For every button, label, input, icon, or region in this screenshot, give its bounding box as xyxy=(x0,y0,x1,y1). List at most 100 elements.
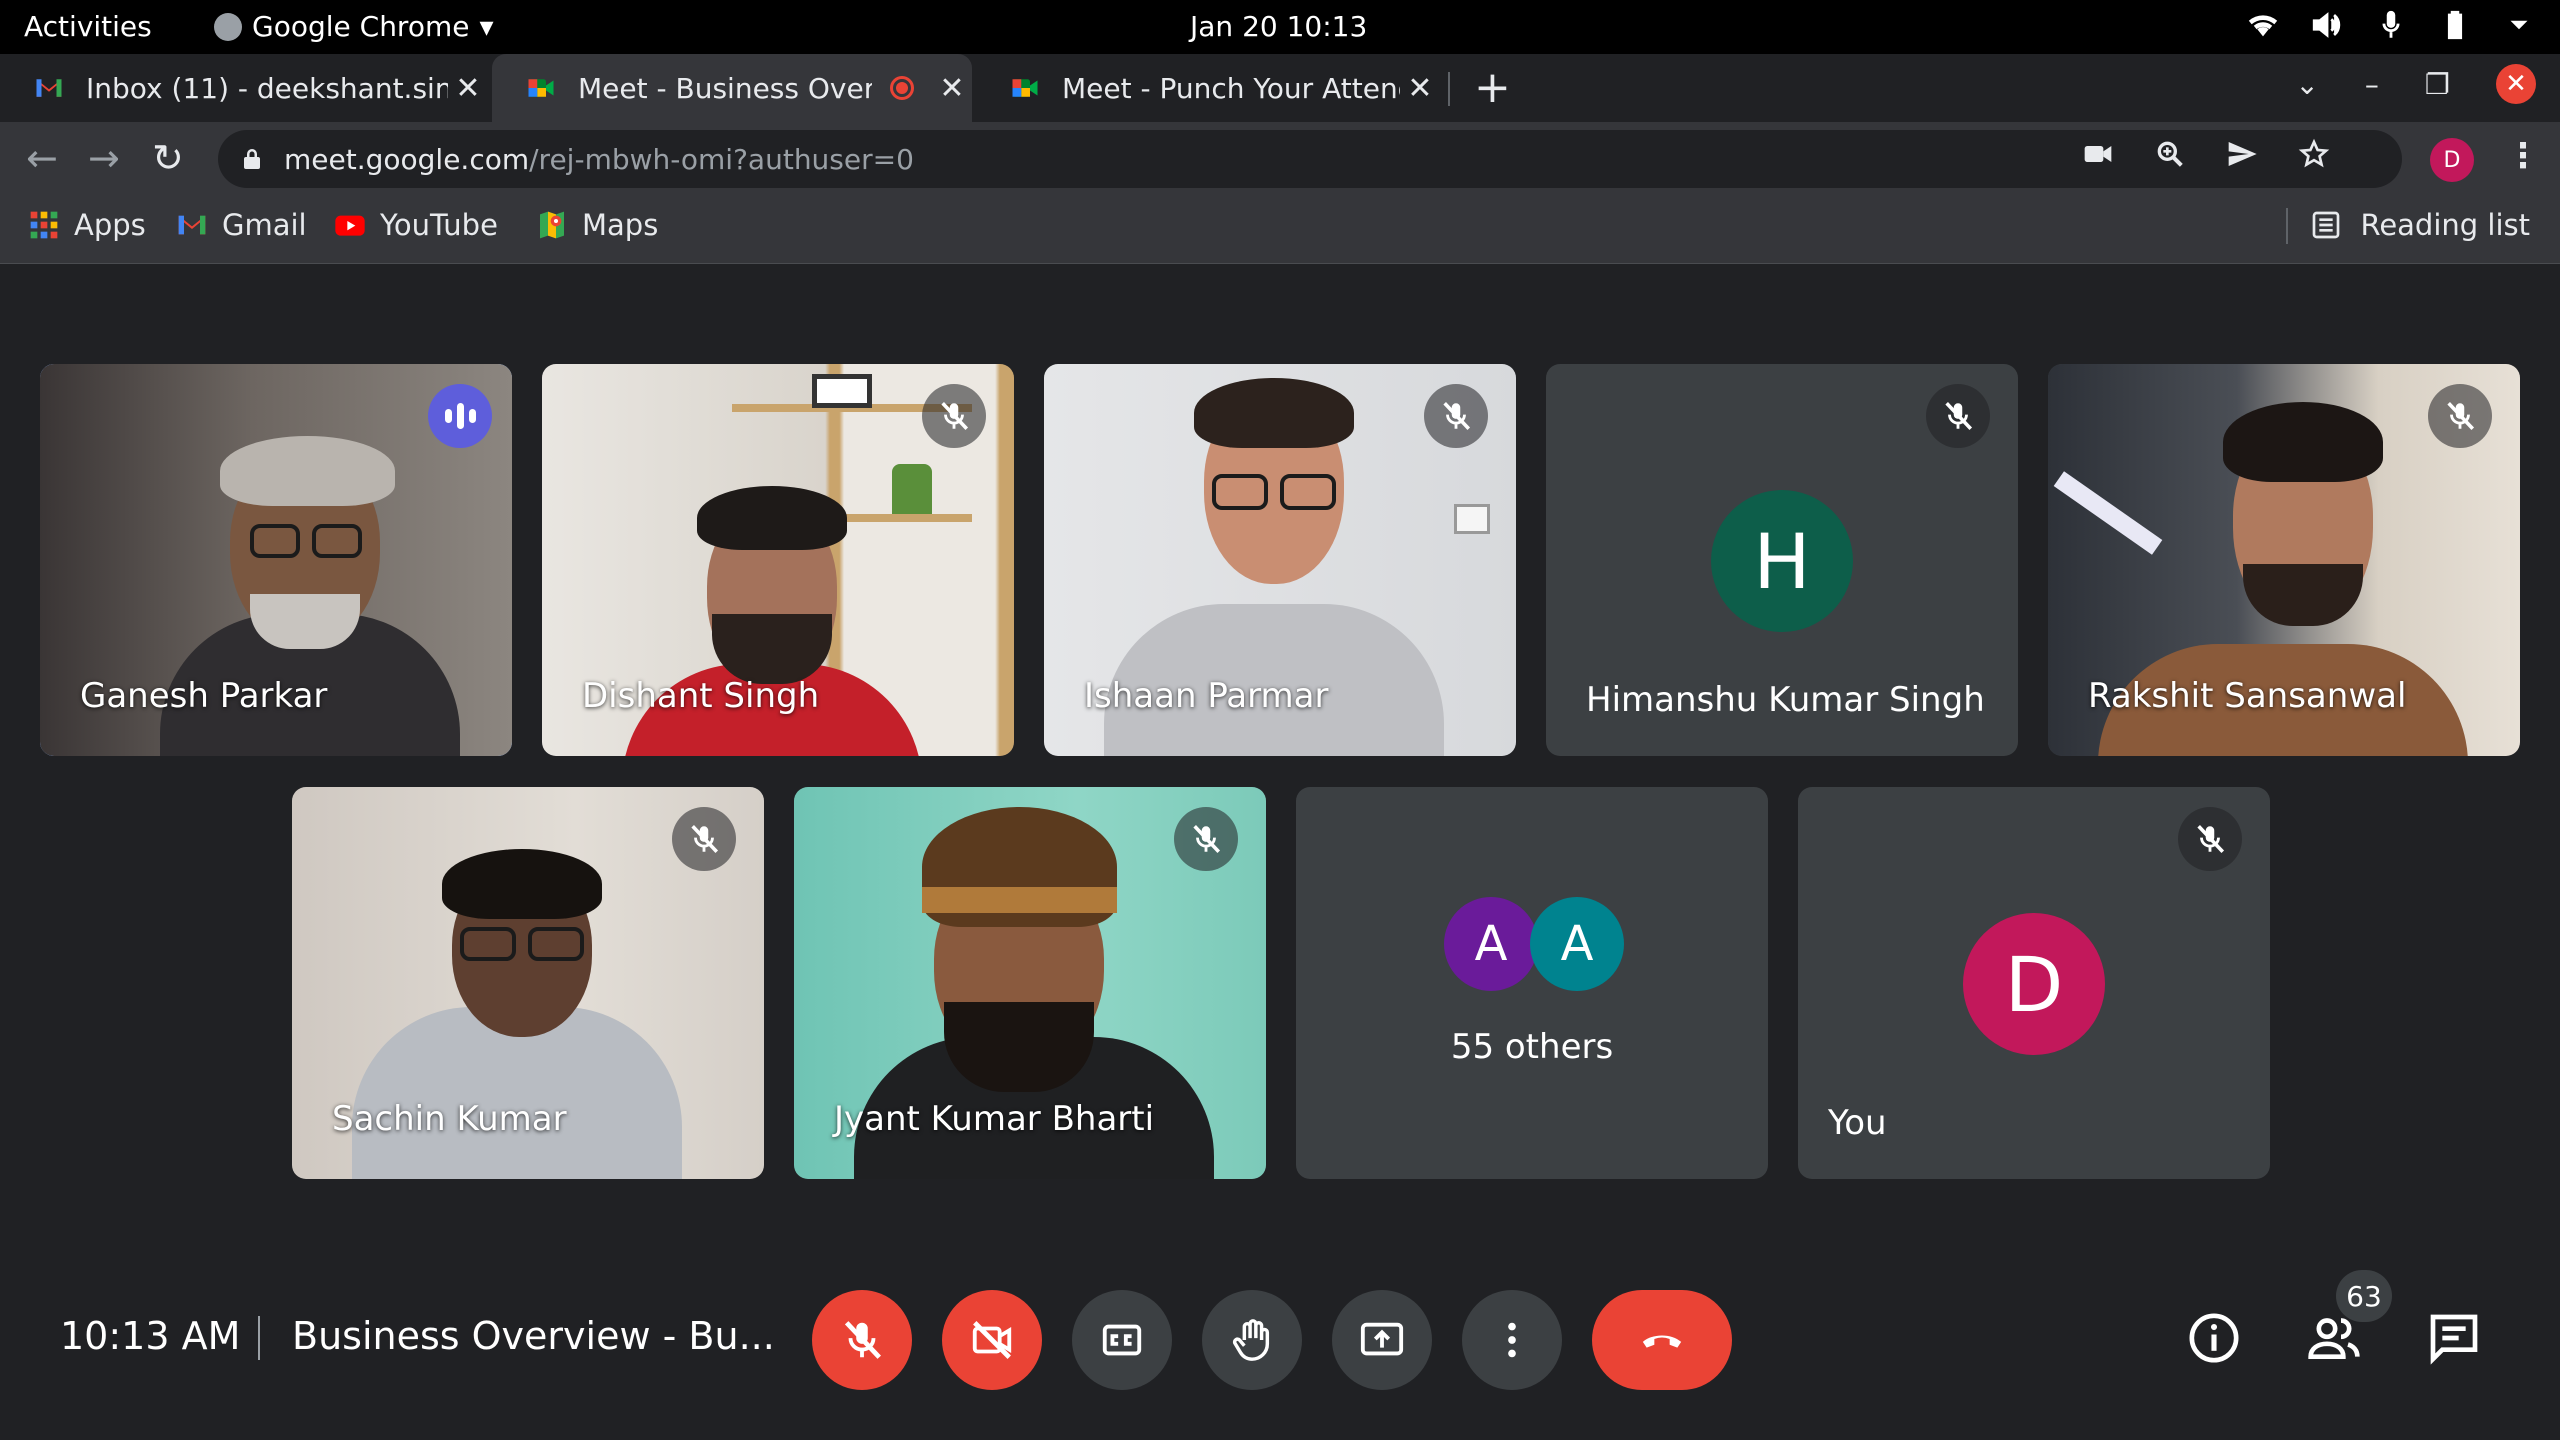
participant-name: Rakshit Sansanwal xyxy=(2088,676,2407,716)
participant-tile[interactable]: Sachin Kumar xyxy=(292,787,764,1179)
participant-name: Ganesh Parkar xyxy=(80,676,328,716)
tab-meet-business[interactable]: Meet - Business Overv ✕ xyxy=(492,54,972,122)
tab-divider xyxy=(1448,72,1450,106)
lock-icon[interactable] xyxy=(242,148,262,170)
present-screen-button[interactable] xyxy=(1332,1290,1432,1390)
battery-icon xyxy=(2447,10,2463,40)
reading-list-label: Reading list xyxy=(2360,208,2530,242)
camera-off-icon xyxy=(972,1321,1012,1359)
omnibox-actions xyxy=(2082,138,2330,170)
gmail-icon xyxy=(36,79,62,97)
bookmark-apps[interactable]: Apps xyxy=(28,208,146,242)
participant-tile[interactable]: Rakshit Sansanwal xyxy=(2048,364,2520,756)
toggle-camera-button[interactable] xyxy=(942,1290,1042,1390)
close-icon[interactable]: ✕ xyxy=(1400,71,1440,106)
restore-button[interactable]: ❐ xyxy=(2425,68,2450,101)
mic-off-icon xyxy=(2178,807,2242,871)
tab-gmail[interactable]: Inbox (11) - deekshant.sin ✕ xyxy=(0,54,488,122)
participant-tile[interactable]: Jyant Kumar Bharti xyxy=(794,787,1266,1179)
chrome-menu-icon[interactable]: ⋮ xyxy=(2506,136,2540,176)
profile-avatar[interactable]: D xyxy=(2430,138,2474,182)
participant-avatar: A xyxy=(1530,897,1624,991)
minimize-button[interactable]: – xyxy=(2365,68,2379,101)
meeting-clock: 10:13 AM xyxy=(60,1314,241,1358)
tab-strip: Inbox (11) - deekshant.sin ✕ Meet - Busi… xyxy=(0,54,2560,122)
participant-name: Himanshu Kumar Singh xyxy=(1586,680,1985,720)
youtube-icon xyxy=(335,215,365,236)
toggle-microphone-button[interactable] xyxy=(812,1290,912,1390)
system-top-bar: Activities Google Chrome ▾ Jan 20 10:13 xyxy=(0,0,2560,54)
mic-off-icon xyxy=(2428,384,2492,448)
volume-icon xyxy=(2312,12,2341,38)
app-menu[interactable]: Google Chrome ▾ xyxy=(214,10,494,43)
divider xyxy=(2286,208,2289,244)
self-label: You xyxy=(1828,1103,1887,1143)
mic-off-icon xyxy=(1926,384,1990,448)
browser-toolbar: ← → ↻ meet.google.com /rej-mbwh-omi?auth… xyxy=(0,122,2560,196)
bookmarks-bar: Apps Gmail YouTube Maps Reading list xyxy=(0,196,2560,264)
self-tile[interactable]: D You xyxy=(1798,787,2270,1179)
call-controls-bar: 10:13 AM Business Overview - Bu... 63 xyxy=(0,1270,2560,1400)
bookmark-label: Apps xyxy=(74,208,146,242)
address-bar[interactable]: meet.google.com /rej-mbwh-omi?authuser=0 xyxy=(218,130,2402,188)
caret-down-icon: ▾ xyxy=(479,10,494,43)
mic-off-icon xyxy=(672,807,736,871)
raise-hand-icon xyxy=(1232,1319,1270,1361)
system-tray[interactable] xyxy=(2246,8,2536,42)
more-options-button[interactable] xyxy=(1462,1290,1562,1390)
participant-tile[interactable]: H Himanshu Kumar Singh xyxy=(1546,364,2018,756)
mic-off-icon xyxy=(1424,384,1488,448)
meeting-title[interactable]: Business Overview - Bu... xyxy=(292,1314,775,1358)
participant-tile[interactable]: Ganesh Parkar xyxy=(40,364,512,756)
present-screen-icon xyxy=(1360,1322,1404,1356)
reading-list-button[interactable]: Reading list xyxy=(2286,208,2530,244)
back-icon[interactable]: ← xyxy=(26,136,58,180)
speaking-indicator-icon xyxy=(428,384,492,448)
tab-title: Meet - Business Overv xyxy=(578,71,872,105)
tab-meet-attendance[interactable]: Meet - Punch Your Attend ✕ xyxy=(976,54,1440,122)
participant-tile[interactable]: Ishaan Parmar xyxy=(1044,364,1516,756)
participant-tile[interactable]: Dishant Singh xyxy=(542,364,1014,756)
url-host: meet.google.com xyxy=(284,142,530,176)
bookmark-youtube[interactable]: YouTube xyxy=(334,208,498,242)
chat-icon xyxy=(2430,1314,2478,1365)
caret-down-icon xyxy=(2510,20,2528,30)
camera-in-use-icon[interactable] xyxy=(2082,138,2114,170)
chat-button[interactable] xyxy=(2422,1306,2486,1370)
meeting-details-button[interactable] xyxy=(2182,1306,2246,1370)
mic-off-icon xyxy=(844,1321,881,1359)
others-tile[interactable]: A A 55 others xyxy=(1296,787,1768,1179)
reload-icon[interactable]: ↻ xyxy=(152,136,184,180)
app-menu-label: Google Chrome xyxy=(252,10,470,43)
hang-up-icon xyxy=(1642,1335,1682,1348)
close-window-button[interactable]: ✕ xyxy=(2496,64,2536,104)
zoom-icon[interactable] xyxy=(2154,138,2186,170)
forward-icon[interactable]: → xyxy=(88,136,120,180)
leave-call-button[interactable] xyxy=(1592,1290,1732,1390)
url-path: /rej-mbwh-omi?authuser=0 xyxy=(529,142,914,176)
tab-title: Meet - Punch Your Attend xyxy=(1062,71,1400,105)
others-label: 55 others xyxy=(1450,1027,1614,1067)
bookmark-label: Gmail xyxy=(222,208,307,242)
close-icon[interactable]: ✕ xyxy=(448,71,488,106)
recording-icon xyxy=(890,76,914,100)
system-clock[interactable]: Jan 20 10:13 xyxy=(1190,10,1367,43)
captions-button[interactable] xyxy=(1072,1290,1172,1390)
gmail-icon xyxy=(178,215,206,235)
wifi-icon xyxy=(2248,15,2278,37)
microphone-icon xyxy=(2382,10,2400,38)
bookmark-gmail[interactable]: Gmail xyxy=(176,208,307,242)
bookmark-label: Maps xyxy=(582,208,659,242)
tab-search-icon[interactable]: ⌄ xyxy=(2295,68,2318,101)
participant-name: Dishant Singh xyxy=(582,676,820,716)
activities-button[interactable]: Activities xyxy=(24,10,152,43)
bookmark-star-icon[interactable] xyxy=(2298,138,2330,170)
closed-captions-icon xyxy=(1102,1324,1142,1356)
raise-hand-button[interactable] xyxy=(1202,1290,1302,1390)
close-icon[interactable]: ✕ xyxy=(932,71,972,106)
bookmark-maps[interactable]: Maps xyxy=(536,208,658,242)
mic-off-icon xyxy=(922,384,986,448)
participant-name: Jyant Kumar Bharti xyxy=(834,1099,1155,1139)
send-icon[interactable] xyxy=(2226,138,2258,170)
new-tab-button[interactable]: + xyxy=(1474,62,1511,113)
